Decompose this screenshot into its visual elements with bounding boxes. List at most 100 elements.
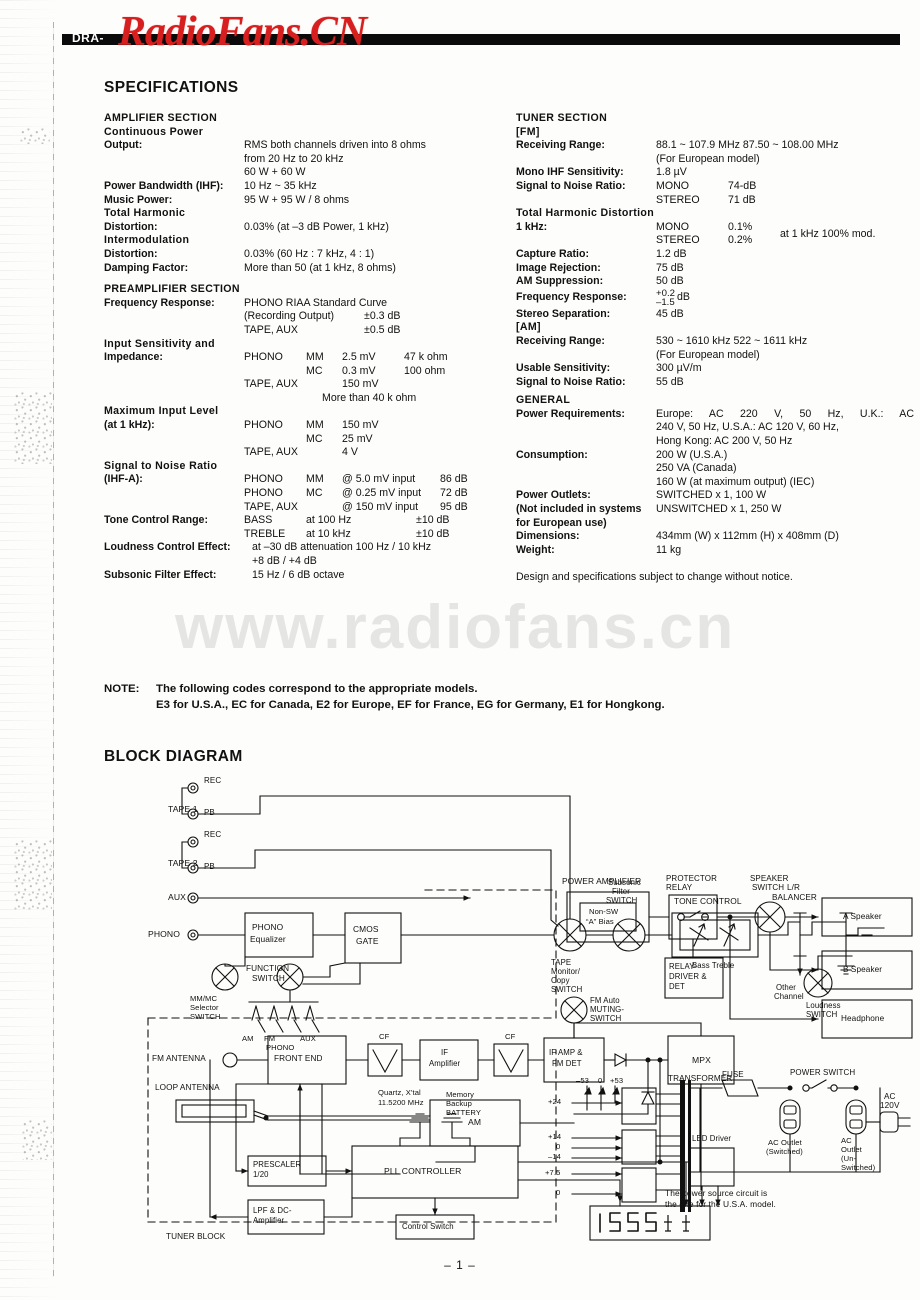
block-diagram-title: BLOCK DIAGRAM	[104, 748, 243, 765]
tape2-label: TAPE 2	[168, 858, 198, 868]
phono-input-label: PHONO	[148, 929, 181, 939]
preamplifier-section-heading: PREAMPLIFIER SECTION	[104, 283, 240, 296]
tape-monitor-label-1: TAPE	[551, 958, 572, 967]
cell: 0.3 mV	[342, 364, 376, 377]
cell: MC	[306, 364, 323, 377]
manual-page: DRA- RadioFans.CN www.radiofans.cn SPECI…	[0, 0, 920, 1300]
spec-row-am-suppression: AM Suppression: 50 dB	[516, 275, 916, 289]
balancer-label-1: L/R	[787, 883, 801, 892]
function-switch-label-2: SWITCH	[252, 974, 285, 983]
am-heading: [AM]	[516, 321, 541, 334]
cell: @ 0.25 mV input	[342, 487, 422, 500]
spec-row-tuner-snr: Signal to Noise Ratio: MONO 74-dB	[516, 180, 916, 194]
tuner-block-label: TUNER BLOCK	[166, 1232, 226, 1241]
spec-row-music-power: Music Power: 95 W + 95 W / 8 ohms	[104, 194, 504, 208]
cell: at 100 Hz	[306, 514, 352, 527]
relay-driver-label-1: RELAY-	[669, 962, 697, 971]
spec-row-tuner-freq-response: Frequency Response: +0.2 –1.5 dB	[516, 289, 916, 308]
cell: 2.5 mV	[342, 351, 376, 364]
mono-sens-label: Mono IHF Sensitivity:	[516, 166, 624, 179]
cmos-gate-label-2: GATE	[356, 936, 379, 946]
max-input-row-2: MC 25 mV	[104, 433, 504, 447]
cell: MC	[306, 432, 323, 445]
cell: PHONO	[244, 419, 283, 432]
spec-row-max-input: (at 1 kHz): PHONO MM 150 mV	[104, 419, 504, 433]
note-line2: E3 for U.S.A., EC for Canada, E2 for Eur…	[156, 699, 665, 711]
am-receiving-label: Receiving Range:	[516, 334, 605, 347]
rail-plus24-label: +24	[548, 1097, 562, 1106]
fm-muting-label-2: MUTING-	[590, 1005, 625, 1014]
impedance-label: Impedance:	[104, 351, 163, 364]
cell: 74-dB	[728, 179, 757, 192]
rail-plus14-label: +14	[548, 1132, 562, 1141]
power-bandwidth-value: 10 Hz ~ 35 kHz	[244, 179, 317, 192]
ac120v-label-1: AC	[884, 1092, 896, 1101]
power-req-line3: Hong Kong: AC 200 V, 50 Hz	[656, 435, 793, 448]
am-receiving-line2: (For European model)	[656, 348, 760, 361]
fm-heading: [FM]	[516, 125, 540, 138]
tape-monitor-label-2: Monitor/	[551, 967, 580, 976]
tuner-snr-row-1: MONO 74-dB	[656, 180, 916, 194]
memory-label-1: Memory	[446, 1090, 475, 1099]
continuous-power-heading: Continuous Power	[104, 125, 204, 138]
cell: @ 150 mV input	[342, 500, 419, 513]
music-power-value: 95 W + 95 W / 8 ohms	[244, 193, 350, 206]
spec-row-power-bandwidth: Power Bandwidth (IHF): 10 Hz ~ 35 kHz	[104, 180, 504, 194]
tape1-label: TAPE 1	[168, 804, 198, 814]
power-req-line1: Europe: AC 220 V, 50 Hz, U.K.: AC	[656, 407, 914, 420]
spec-row-outlets: Power Outlets: SWITCHED x 1, 100 W	[516, 489, 916, 503]
tape2-pb-label: PB	[204, 862, 215, 871]
models-note: NOTE: The following codes correspond to …	[104, 681, 665, 713]
input-sensitivity-heading: Input Sensitivity and	[104, 337, 215, 350]
cell: MM	[306, 351, 324, 364]
damping-value: More than 50 (at 1 kHz, 8 ohms)	[244, 261, 396, 274]
tape-aux-resp-value: ±0.5 dB	[364, 323, 401, 336]
cell: TAPE, AUX	[244, 446, 298, 459]
spec-row-preamp-snr: (IHF-A): PHONO MM @ 5.0 mV input 86 dB	[104, 473, 504, 487]
intermodulation-heading: Intermodulation	[104, 234, 190, 247]
spec-row-freq-response: Frequency Response: PHONO RIAA Standard …	[104, 297, 504, 311]
mmmc-switch-label-1: MM/MC	[190, 994, 218, 1003]
weight-value: 11 kg	[656, 543, 682, 556]
spec-row-impedance: Impedance: PHONO MM 2.5 mV 47 k ohm	[104, 351, 504, 365]
outlets-value1: SWITCHED x 1, 100 W	[656, 489, 767, 502]
fm-antenna-label: FM ANTENNA	[152, 1054, 206, 1063]
cell: 95 dB	[440, 500, 468, 513]
cell: MM	[306, 473, 324, 486]
am-suppression-value: 50 dB	[656, 275, 684, 288]
outlets-value2: UNSWITCHED x 1, 250 W	[656, 503, 782, 516]
usable-sens-label: Usable Sensitivity:	[516, 362, 611, 375]
relay-driver-label-2: DRIVER &	[669, 972, 707, 981]
tape-monitor-label-4: SWITCH	[551, 985, 583, 994]
cell: 72 dB	[440, 487, 468, 500]
rail-0b-label: 0	[556, 1142, 561, 1151]
spec-row-am-receiving: Receiving Range: 530 ~ 1610 kHz 522 ~ 16…	[516, 335, 916, 349]
cmos-gate-label-1: CMOS	[353, 924, 379, 934]
spec-row-loudness: Loudness Control Effect: at –30 dB atten…	[104, 541, 504, 555]
if-amplifier-label-2: Amplifier	[429, 1059, 461, 1068]
rail-0a-label: 0	[598, 1076, 603, 1085]
freq-response-label: Frequency Response:	[104, 296, 215, 309]
spec-row-subsonic: Subsonic Filter Effect: 15 Hz / 6 dB oct…	[104, 569, 504, 583]
control-switch-label: Control Switch	[402, 1222, 454, 1231]
capture-label: Capture Ratio:	[516, 247, 589, 260]
impedance-tail: More than 40 k ohm	[322, 391, 417, 404]
power-req-label: Power Requirements:	[516, 407, 625, 420]
am-snr-label: Signal to Noise Ratio:	[516, 375, 626, 388]
preamp-snr-row-1: PHONO MM @ 5.0 mV input 86 dB	[244, 473, 504, 487]
spec-row-mono-sens: Mono IHF Sensitivity: 1.8 µV	[516, 166, 916, 180]
cell: 100 ohm	[404, 364, 446, 377]
ac-outlet-unsw-label-3: (Un-	[841, 1154, 857, 1163]
tape-aux-resp-label: TAPE, AUX	[244, 323, 298, 336]
spec-row-output: Output: RMS both channels driven into 8 …	[104, 139, 504, 153]
lpf-label-1: LPF & DC-	[253, 1206, 292, 1215]
output-value-line3: 60 W + 60 W	[244, 166, 306, 179]
stereo-separation-value: 45 dB	[656, 307, 684, 320]
spec-row-stereo-separation: Stereo Separation: 45 dB	[516, 308, 916, 322]
usa-note-line1: The power source circuit is	[665, 1188, 768, 1198]
ac-outlet-unsw-label-1: AC	[841, 1136, 852, 1145]
freq-minus: –1.5	[656, 297, 675, 309]
source-am-label: AM	[242, 1034, 254, 1043]
mono-sens-value: 1.8 µV	[656, 166, 687, 179]
cell: 0.2%	[728, 234, 753, 247]
